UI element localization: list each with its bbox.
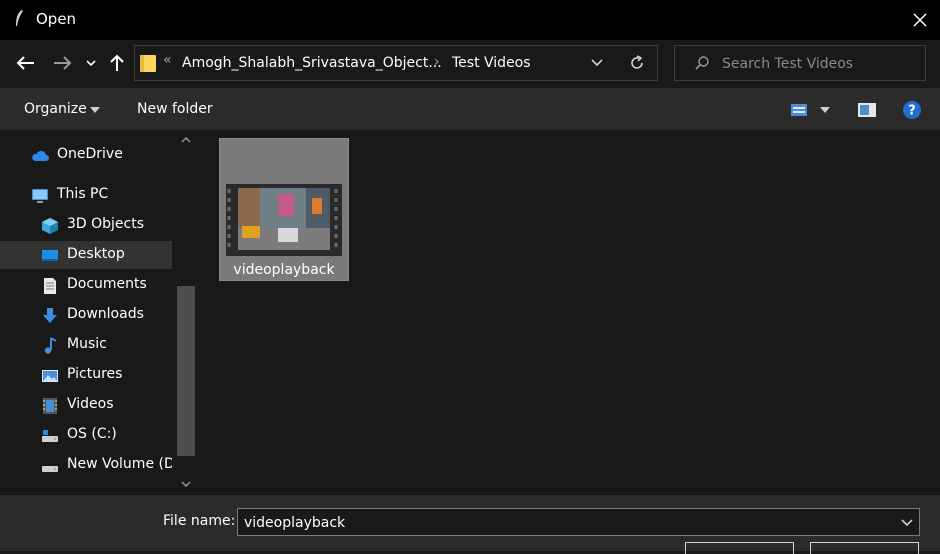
sidebar-item-label: Music xyxy=(67,336,107,352)
sidebar-item-this-pc[interactable]: This PC xyxy=(0,181,172,209)
sidebar-item-downloads[interactable]: Downloads xyxy=(0,301,172,329)
sidebar-item-label: OS (C:) xyxy=(67,426,117,442)
file-name-input[interactable] xyxy=(242,511,886,535)
forward-arrow-icon[interactable] xyxy=(52,54,74,72)
document-icon xyxy=(44,278,56,294)
sidebar-item-new-volume-d[interactable]: New Volume (D:) xyxy=(0,451,172,479)
overflow-chevron[interactable]: « xyxy=(163,52,172,68)
scroll-down-icon[interactable] xyxy=(180,478,192,490)
drive-icon xyxy=(42,466,58,472)
sidebar-item-onedrive[interactable]: OneDrive xyxy=(0,141,172,169)
file-name-field-label: File name: xyxy=(163,513,236,529)
cancel-button[interactable] xyxy=(810,542,919,554)
breadcrumb-parent[interactable]: Amogh_Shalabh_Srivastava_Object... xyxy=(182,55,442,71)
video-thumbnail xyxy=(226,184,342,256)
breadcrumb-current[interactable]: Test Videos xyxy=(452,55,531,71)
sidebar-item-3d-objects[interactable]: 3D Objects xyxy=(0,211,172,239)
computer-icon xyxy=(32,189,48,203)
scrollbar-thumb[interactable] xyxy=(177,286,195,456)
recent-locations-chevron-icon[interactable] xyxy=(85,57,97,69)
organize-button[interactable]: Organize xyxy=(24,101,87,117)
help-icon[interactable]: ? xyxy=(902,100,922,120)
preview-pane-icon[interactable] xyxy=(857,102,877,118)
sidebar-item-label: New Volume (D:) xyxy=(67,456,172,472)
window-title: Open xyxy=(36,10,77,28)
sidebar-item-documents[interactable]: Documents xyxy=(0,271,172,299)
up-arrow-icon[interactable] xyxy=(107,53,127,73)
organize-label: Organize xyxy=(24,101,87,117)
cube-icon xyxy=(42,218,58,234)
search-input[interactable] xyxy=(720,50,919,78)
desktop-icon xyxy=(42,250,58,261)
music-icon xyxy=(44,337,57,354)
sidebar-item-os-c[interactable]: OS (C:) xyxy=(0,421,172,449)
sidebar-item-desktop[interactable]: Desktop xyxy=(0,241,172,269)
sidebar-item-label: Pictures xyxy=(67,366,123,382)
file-name-dropdown-icon[interactable] xyxy=(900,515,914,529)
file-name-label: videoplayback xyxy=(233,262,335,278)
pictures-icon xyxy=(42,370,58,382)
sidebar-item-videos[interactable]: Videos xyxy=(0,391,172,419)
sidebar-item-label: Videos xyxy=(67,396,114,412)
title-bar xyxy=(0,0,940,40)
navigation-pane: OneDrive This PC 3D Objects Desktop Docu… xyxy=(0,130,196,495)
videos-icon xyxy=(43,398,57,414)
address-dropdown-icon[interactable] xyxy=(590,55,604,69)
feather-icon xyxy=(16,10,23,26)
new-folder-label: New folder xyxy=(137,101,213,117)
sidebar-item-label: Documents xyxy=(67,276,147,292)
sidebar-item-pictures[interactable]: Pictures xyxy=(0,361,172,389)
open-button[interactable] xyxy=(685,542,794,554)
sidebar-item-label: This PC xyxy=(57,186,109,202)
new-folder-button[interactable]: New folder xyxy=(137,101,213,117)
change-view-icon[interactable] xyxy=(790,102,808,118)
sidebar-item-label: 3D Objects xyxy=(67,216,145,232)
view-dropdown-icon[interactable] xyxy=(820,106,830,114)
sidebar-item-music[interactable]: Music xyxy=(0,331,172,359)
sidebar-item-label: Desktop xyxy=(67,246,125,262)
refresh-icon[interactable] xyxy=(628,54,646,72)
close-icon[interactable] xyxy=(906,9,934,31)
download-icon xyxy=(43,308,57,323)
cloud-icon xyxy=(32,150,49,161)
svg-text:?: ? xyxy=(908,104,916,119)
drive-icon xyxy=(42,430,58,442)
scroll-up-icon[interactable] xyxy=(180,134,192,146)
sidebar-item-label: OneDrive xyxy=(57,146,123,162)
organize-dropdown-icon[interactable] xyxy=(90,106,100,114)
sidebar-item-label: Downloads xyxy=(67,306,144,322)
breadcrumb-separator[interactable]: › xyxy=(434,54,440,70)
folder-icon xyxy=(140,55,156,72)
search-icon xyxy=(695,56,709,70)
back-arrow-icon[interactable] xyxy=(14,54,36,72)
